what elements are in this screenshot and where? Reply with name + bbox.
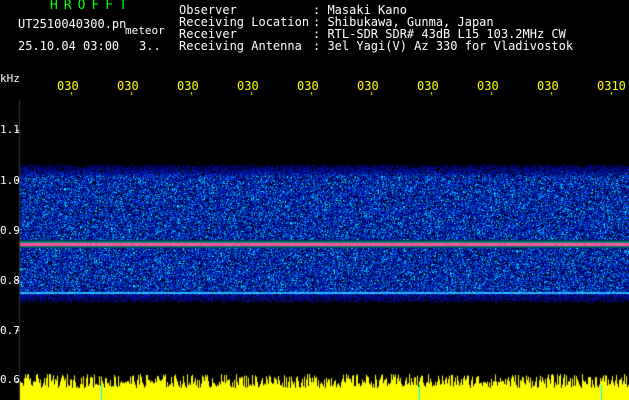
spectrogram-canvas <box>0 0 629 400</box>
y-tick-label: 1.1 <box>0 123 20 136</box>
x-tick-label: 030 <box>537 79 559 93</box>
hrofft-window: HROFFT UT2510040300.pn meteor 25.10.04 0… <box>0 0 629 400</box>
date-time: 25.10.04 03:00 <box>18 39 120 53</box>
x-tick-label: 030 <box>57 79 79 93</box>
x-tick-label: 030 <box>177 79 199 93</box>
y-tick-label: 1.0 <box>0 174 20 187</box>
info-value-antenna: : 3el Yagi(V) Az 330 for Vladivostok <box>313 39 574 53</box>
meteor-label: meteor <box>125 24 165 37</box>
x-tick-label: 030 <box>357 79 379 93</box>
y-tick-label: 0.9 <box>0 224 20 237</box>
y-tick-label: 0.7 <box>0 324 20 337</box>
y-tick-label: 0.6 <box>0 373 20 386</box>
info-label-antenna: Receiving Antenna <box>179 39 302 53</box>
file-name: UT2510040300.pn <box>18 17 127 31</box>
meteor-count: 3.. <box>139 39 161 53</box>
x-tick-label: 0310 <box>597 79 626 93</box>
app-title: HROFFT <box>50 0 133 13</box>
y-axis-unit: kHz <box>0 72 20 85</box>
x-tick-label: 030 <box>117 79 139 93</box>
x-tick-label: 030 <box>297 79 319 93</box>
x-tick-label: 030 <box>417 79 439 93</box>
x-tick-label: 030 <box>237 79 259 93</box>
x-tick-label: 030 <box>477 79 499 93</box>
y-tick-label: 0.8 <box>0 274 20 287</box>
